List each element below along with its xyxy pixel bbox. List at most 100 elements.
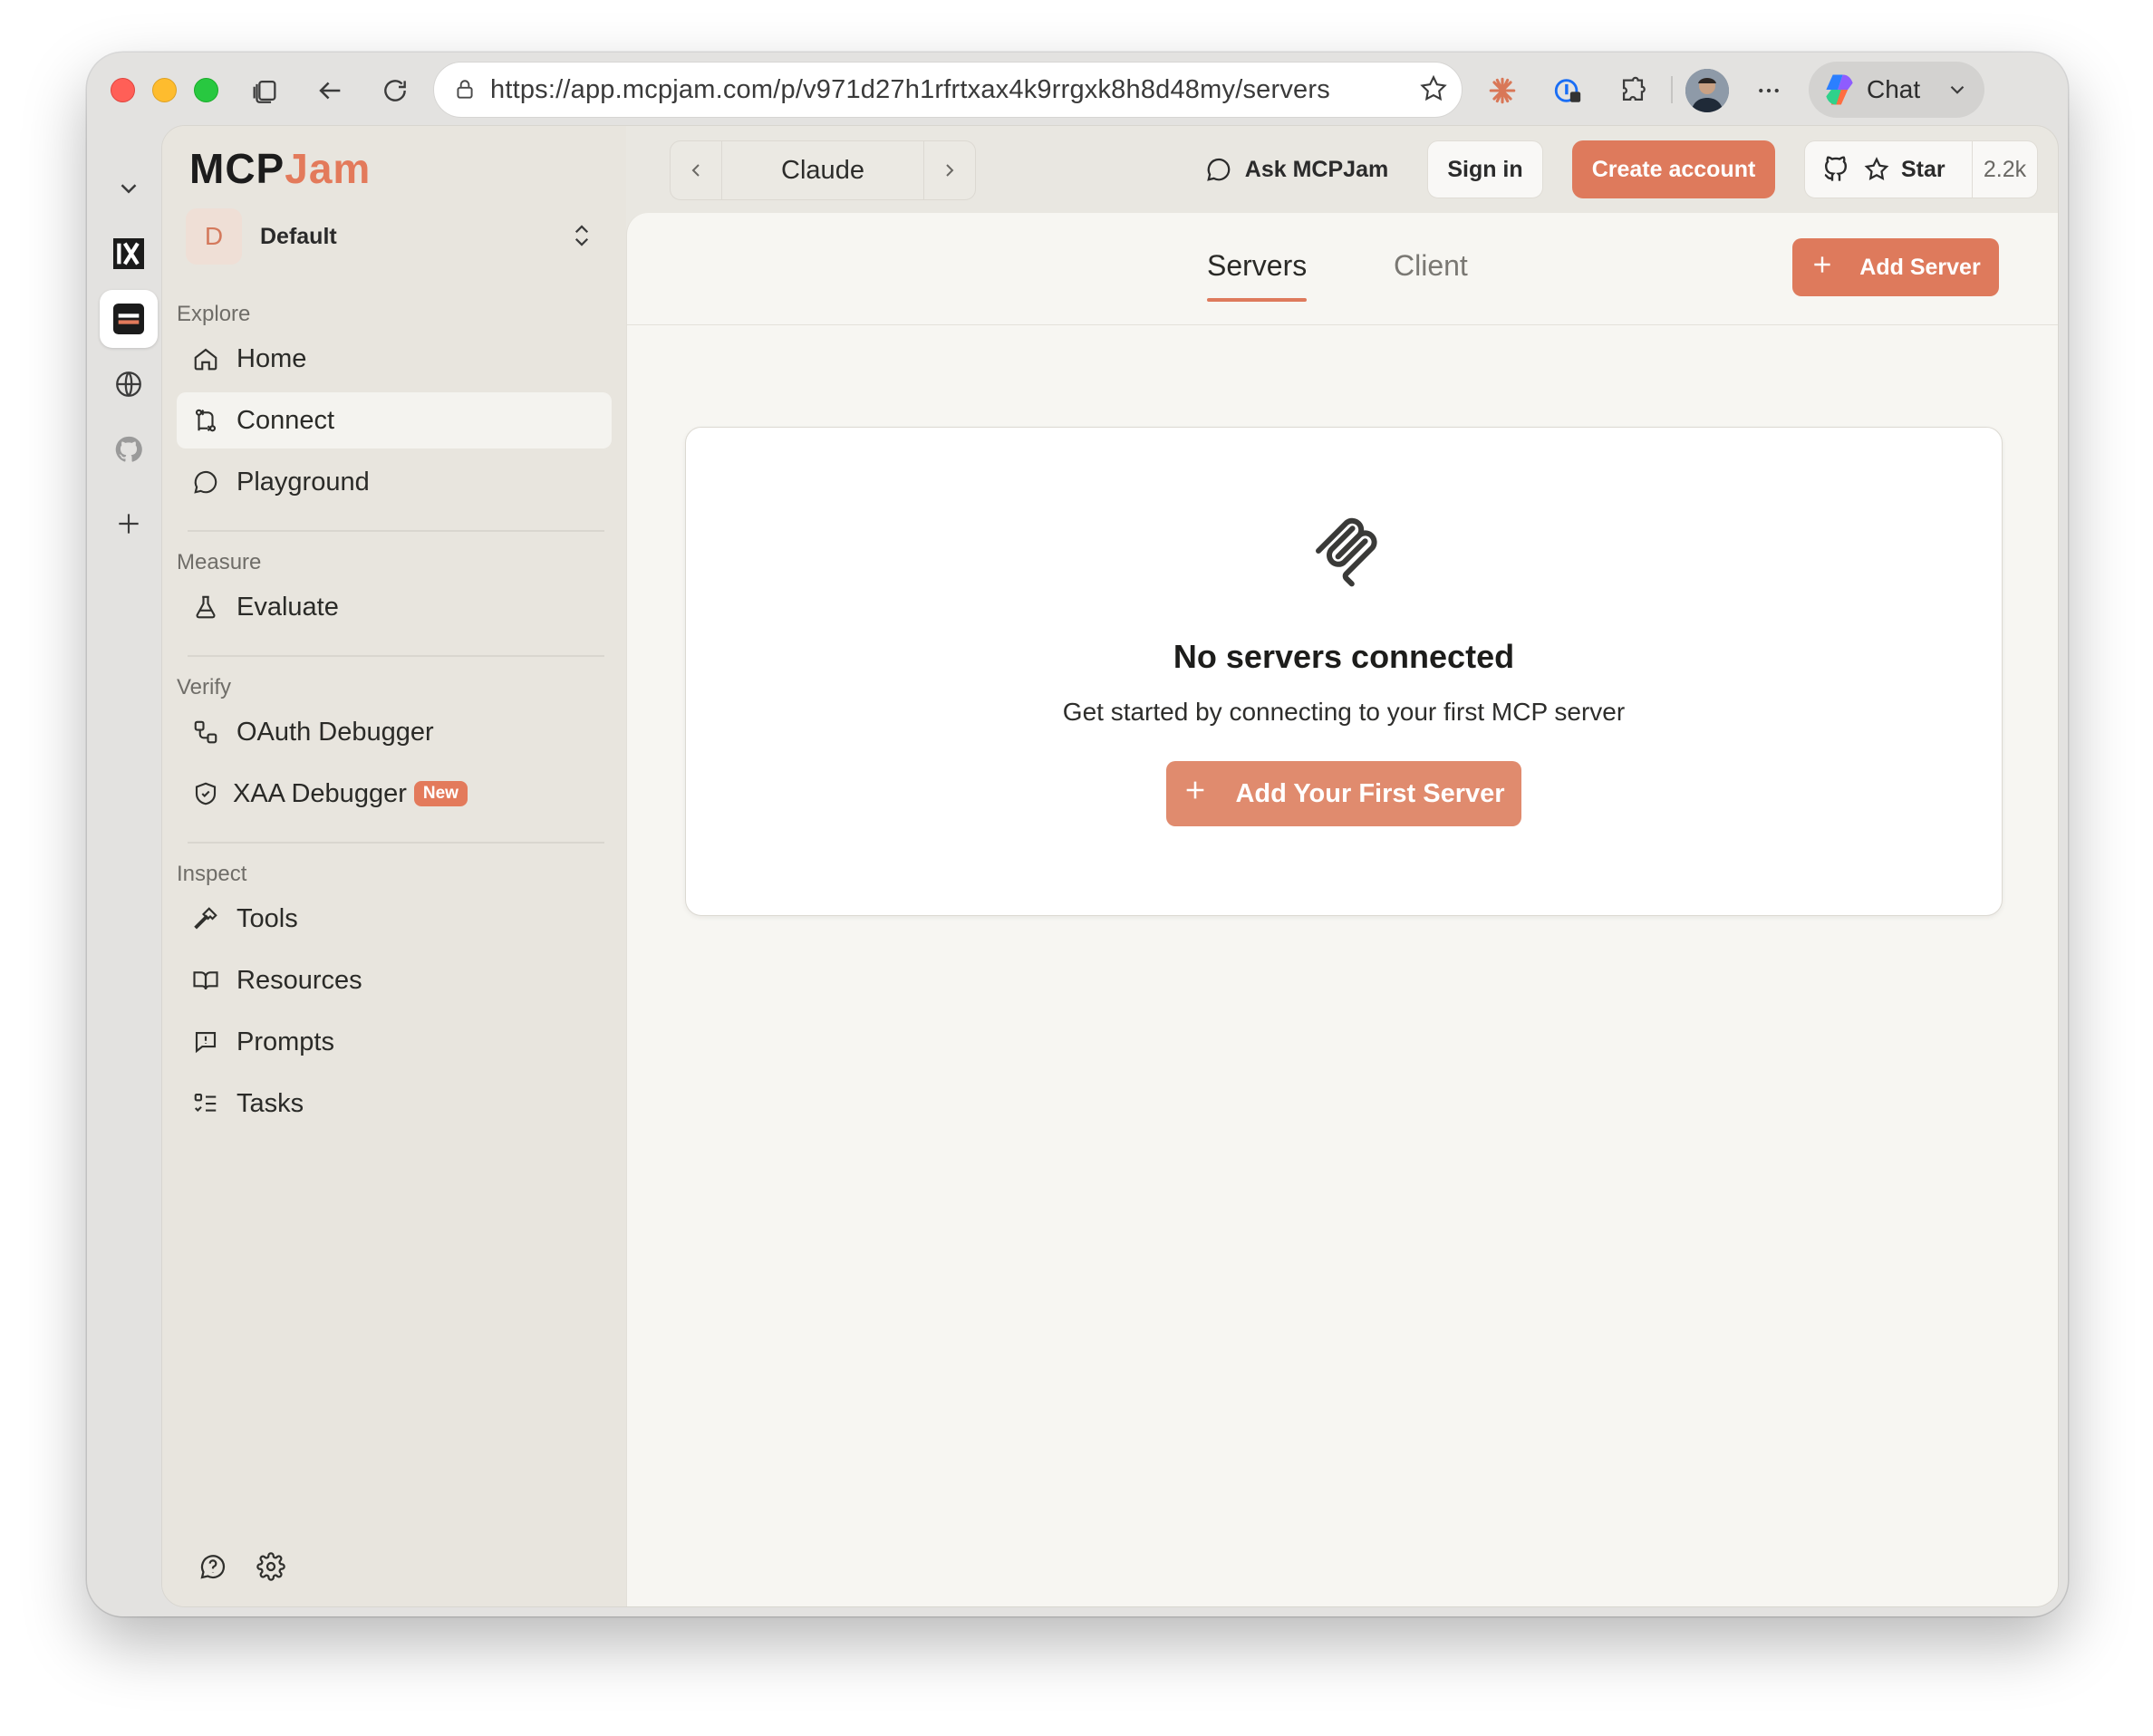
sidebar-item-label: Tasks (237, 1088, 304, 1118)
sidebar-divider (188, 655, 604, 657)
tab-bar: Servers Client Add Server (627, 213, 2058, 325)
profile-avatar[interactable] (1685, 69, 1729, 112)
password-extension-icon[interactable] (1548, 71, 1588, 111)
add-first-server-button[interactable]: Add Your First Server (1166, 761, 1521, 826)
logo-text-mcp: MCP (189, 145, 285, 192)
main-panel: Servers Client Add Server No servers con… (626, 213, 2058, 1606)
sidebar-item-label: XAA Debugger (233, 778, 407, 808)
section-label-verify: Verify (177, 675, 232, 699)
screen: https://app.mcpjam.com/p/v971d27h1rfrtxa… (0, 0, 2153, 1736)
book-icon (189, 967, 222, 994)
claude-extension-icon[interactable] (1482, 71, 1522, 111)
section-label-inspect: Inspect (177, 862, 247, 886)
sidebar-item-oauth-debugger[interactable]: OAuth Debugger (177, 704, 612, 760)
web-page: MCPJam D Default Explore Home Connect Pl… (161, 125, 2059, 1607)
plus-icon (1183, 777, 1208, 810)
sidebar-item-evaluate[interactable]: Evaluate (177, 579, 612, 635)
hammer-icon (189, 905, 222, 932)
add-first-server-label: Add Your First Server (1235, 778, 1505, 808)
globe-tab-icon[interactable] (100, 355, 158, 413)
sidebar-divider (188, 842, 604, 844)
add-server-label: Add Server (1859, 254, 1981, 280)
chevrons-up-down-icon (568, 222, 595, 254)
browser-window: https://app.mcpjam.com/p/v971d27h1rfrtxa… (87, 53, 2068, 1616)
plus-icon (1810, 253, 1834, 283)
mcpjam-tab-icon[interactable] (100, 290, 158, 348)
add-server-button[interactable]: Add Server (1792, 238, 1999, 296)
ix-tab-icon[interactable] (100, 225, 158, 283)
copilot-chat-button[interactable]: Chat (1809, 62, 1984, 118)
chat-bubble-icon (1205, 156, 1232, 183)
flask-icon (189, 593, 222, 621)
sign-in-button[interactable]: Sign in (1427, 140, 1543, 198)
workspace-name: Default (260, 223, 337, 249)
shield-check-icon (189, 780, 222, 807)
chevron-down-icon (1945, 78, 1969, 101)
refresh-icon[interactable] (377, 72, 413, 109)
empty-state-subtitle: Get started by connecting to your first … (1062, 698, 1626, 726)
client-selector: Claude (670, 140, 976, 200)
github-tab-icon[interactable] (100, 420, 158, 478)
toolbar-divider (1671, 76, 1673, 103)
sidebar-item-prompts[interactable]: Prompts (177, 1014, 612, 1070)
star-count: 2.2k (1972, 141, 2037, 198)
sidebar: MCPJam D Default Explore Home Connect Pl… (162, 126, 626, 1606)
empty-state-card: No servers connected Get started by conn… (685, 427, 2003, 916)
section-label-measure: Measure (177, 550, 262, 574)
workspace-switcher[interactable]: D Default (186, 207, 603, 265)
more-menu-icon[interactable] (1749, 71, 1789, 111)
new-tab-plus-icon[interactable] (100, 495, 158, 553)
empty-state-title: No servers connected (1173, 638, 1515, 675)
sidebar-item-connect[interactable]: Connect (177, 392, 612, 448)
star-icon (1863, 156, 1890, 183)
tab-servers[interactable]: Servers (1207, 249, 1308, 304)
sidebar-item-xaa-debugger[interactable]: XAA Debugger New (177, 766, 612, 822)
new-badge: New (413, 781, 468, 806)
mcpjam-logo[interactable]: MCPJam (189, 144, 371, 193)
sidebar-item-home[interactable]: Home (177, 331, 612, 387)
sidebar-item-tasks[interactable]: Tasks (177, 1075, 612, 1132)
collapse-tabs-icon[interactable] (100, 159, 158, 217)
sidebar-item-label: OAuth Debugger (237, 717, 434, 747)
sidebar-item-resources[interactable]: Resources (177, 952, 612, 1008)
logo-text-jam: Jam (285, 145, 372, 192)
sidebar-item-label: Tools (237, 903, 298, 933)
workspace-avatar: D (186, 208, 242, 265)
github-star-button[interactable]: Star 2.2k (1804, 140, 2038, 198)
list-todo-icon (189, 1090, 222, 1117)
tab-client[interactable]: Client (1394, 249, 1468, 304)
client-name[interactable]: Claude (721, 141, 924, 199)
connect-icon (189, 407, 222, 434)
sidebar-divider (188, 530, 604, 532)
create-account-button[interactable]: Create account (1572, 140, 1775, 198)
help-icon[interactable] (195, 1548, 231, 1585)
ask-mcpjam-button[interactable]: Ask MCPJam (1197, 140, 1396, 198)
minimize-window-button[interactable] (152, 78, 177, 102)
mcp-logo-icon (1306, 509, 1393, 601)
sidebar-item-tools[interactable]: Tools (177, 891, 612, 947)
zoom-window-button[interactable] (194, 78, 218, 102)
back-arrow-icon[interactable] (312, 72, 348, 109)
ask-mcpjam-label: Ask MCPJam (1244, 156, 1389, 182)
next-client-button[interactable] (924, 141, 975, 199)
chat-bubble-icon (189, 468, 222, 496)
close-window-button[interactable] (111, 78, 135, 102)
sidebar-item-label: Home (237, 343, 307, 373)
message-square-icon (189, 1028, 222, 1056)
workflow-icon (189, 719, 222, 746)
section-label-explore: Explore (177, 302, 251, 326)
previous-client-button[interactable] (671, 141, 721, 199)
star-label: Star (1901, 156, 1945, 182)
extensions-puzzle-icon[interactable] (1613, 71, 1653, 111)
tab-actions-icon[interactable] (246, 72, 283, 109)
sidebar-item-label: Prompts (237, 1027, 334, 1056)
github-icon (1821, 155, 1850, 184)
chat-label: Chat (1867, 75, 1921, 103)
favorite-star-icon[interactable] (1418, 73, 1449, 109)
sidebar-item-playground[interactable]: Playground (177, 454, 612, 510)
home-icon (189, 345, 222, 372)
copilot-icon (1820, 70, 1859, 110)
address-bar[interactable]: https://app.mcpjam.com/p/v971d27h1rfrtxa… (433, 62, 1463, 118)
lock-icon (447, 78, 483, 101)
settings-gear-icon[interactable] (253, 1548, 289, 1585)
